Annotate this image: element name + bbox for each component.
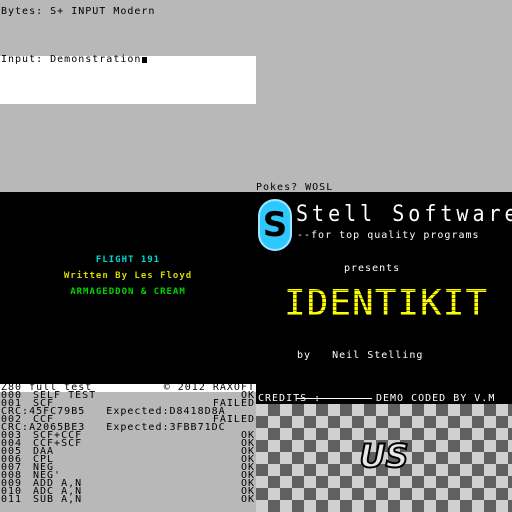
author-byline: by Neil Stelling (297, 350, 424, 361)
basic-screen: Bytes: S+ INPUT Modern Input: Demonstrat… (0, 0, 512, 193)
author-credit: Written By Les Floyd (63, 271, 193, 281)
company-name: Stell Software (296, 200, 512, 227)
us-logo-icon: US (358, 436, 409, 476)
test-name: SUB A,N (33, 494, 83, 505)
test-results-list: 000 SELF TEST OK 001 SCF FAILED CRC:45FC79B5 E… (0, 391, 256, 505)
credits-divider (296, 398, 372, 399)
bytes-line: Bytes: S+ INPUT Modern (1, 6, 156, 17)
identikit-title: IDENTIKIT (284, 283, 489, 324)
text-cursor (142, 57, 148, 63)
test-number: 011 (1, 494, 23, 505)
music-credit: ARMAGEDDON & CREAM (70, 287, 186, 297)
demo-top-border (256, 384, 512, 392)
test-result: OK (240, 494, 255, 505)
presents-label: presents (344, 263, 401, 274)
stell-logo-icon: S (258, 199, 292, 251)
input-line[interactable]: Input: Demonstration (1, 54, 148, 65)
us-logo-text: US (359, 437, 408, 475)
demo-panel: CREDITS : DEMO CODED BY V.M US (256, 384, 512, 512)
logo-letter: S (262, 205, 288, 245)
game-title-flight: FLIGHT 191 (95, 255, 161, 265)
z80-test-panel: Z80 full test © 2012 RAXOFT 000 SELF TEST… (0, 384, 256, 512)
test-row: 011 SUB A,N OK (0, 494, 256, 505)
input-text: Input: Demonstration (1, 54, 142, 65)
company-tagline: --for top quality programs (297, 230, 480, 241)
loading-screen: FLIGHT 191 Written By Les Floyd ARMAGEDD… (0, 192, 512, 384)
credits-scroller: DEMO CODED BY V.M (376, 393, 496, 404)
pokes-line: Pokes? WOSL (256, 182, 334, 193)
